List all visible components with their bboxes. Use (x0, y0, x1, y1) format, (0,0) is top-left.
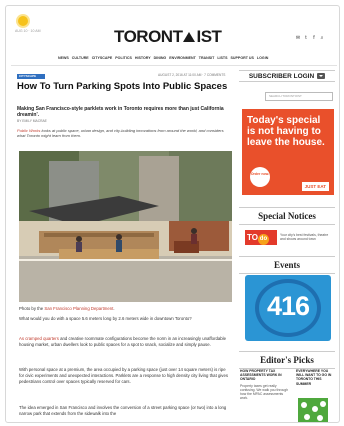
article-intro: Public Works looks at public space, urba… (17, 128, 227, 138)
todo-suffix: do (257, 234, 269, 245)
nav-item[interactable]: CITYSCAPE (92, 56, 113, 60)
nav-item[interactable]: CULTURE (72, 56, 89, 60)
weather-sun-icon (18, 16, 28, 26)
ad-brand: JUST EAT (301, 182, 329, 191)
nav-item[interactable]: DINING (154, 56, 167, 60)
nav-item[interactable]: NEWS (58, 56, 69, 60)
subscriber-login-header[interactable]: SUBSCRIBER LOGIN (239, 70, 335, 82)
subscriber-login-label: SUBSCRIBER LOGIN (248, 72, 315, 80)
editors-picks-section: Editor's Picks (239, 351, 335, 369)
caption-prefix: Photo by the (19, 306, 45, 311)
special-notices-header: Special Notices (258, 211, 316, 221)
article-dateline: AUGUST 2, 2016 AT 11:00 AM · 7 COMMENTS (158, 73, 226, 77)
photo-caption: Photo by the San Francisco Planning Depa… (19, 306, 115, 311)
ad-order-badge: Order now. (250, 167, 270, 187)
cramped-quarters-link[interactable]: As cramped quarters (19, 336, 59, 341)
special-notices-section: Special Notices (239, 207, 335, 225)
pick-title: EVERYWHERE YOU WILL WANT TO GO IN TORONT… (296, 369, 332, 386)
mail-icon[interactable]: ✉ (295, 35, 301, 41)
advertisement[interactable]: Today's special is not having to leave t… (242, 109, 334, 195)
article-photo (19, 151, 232, 302)
site-logo[interactable]: TORONT IST (114, 27, 222, 47)
article-author[interactable]: BY EMILY MACRAE (17, 119, 47, 123)
article-paragraph-2: As cramped quarters and creative roommat… (19, 336, 229, 348)
page-frame: AUG 10 · 10 AM TORONT IST ✉ t f ⌕ NEWS CU… (5, 5, 340, 423)
article-paragraph-4: The idea emerged in San Francisco and in… (19, 405, 227, 416)
pick-thumbnail[interactable] (298, 398, 328, 422)
todo-logo: TO do (245, 230, 277, 245)
caption-link[interactable]: San Francisco Planning Department (44, 306, 113, 311)
todo-promo[interactable]: TO do Your city's best festivals, theatre… (245, 230, 333, 245)
events-number: 416 (267, 291, 310, 321)
search-input[interactable]: SEARCH TORONTOIST (265, 92, 333, 101)
pick-title: HOW PROPERTY TAX ASSESSMENTS WORK IN ONT… (240, 369, 282, 382)
ad-headline: Today's special is not having to leave t… (247, 115, 325, 148)
nav-divider (11, 65, 337, 66)
social-icons: ✉ t f ⌕ (295, 35, 325, 41)
todo-text: Your city's best festivals, theatre and … (280, 233, 329, 241)
events-416-banner[interactable]: 416 (245, 275, 331, 341)
chevron-down-icon[interactable] (317, 73, 326, 79)
article-title: How To Turn Parking Spots Into Public Sp… (17, 81, 228, 92)
logo-cn-tower-icon (183, 32, 196, 42)
facebook-icon[interactable]: f (311, 35, 317, 41)
events-section: Events (239, 256, 335, 274)
logo-text-left: TORONT (114, 27, 183, 46)
search-icon[interactable]: ⌕ (319, 35, 325, 41)
caption-suffix: . (113, 306, 115, 311)
logo-text-right: IST (196, 27, 222, 46)
nav-item[interactable]: ENVIRONMENT (169, 56, 196, 60)
pick-description: Property taxes get really confusing. We … (240, 383, 288, 401)
nav-item[interactable]: HISTORY (135, 56, 151, 60)
nav-item[interactable]: POLITICS (115, 56, 132, 60)
category-tag[interactable]: CITYSCAPE (17, 74, 45, 79)
article-paragraph-3: With personal space at a premium, the ar… (19, 367, 228, 384)
nav-item[interactable]: TRANSIT (199, 56, 215, 60)
weather-date: AUG 10 · 10 AM (15, 29, 41, 33)
article-paragraph-1: What would you do with a space 5.6 meter… (19, 316, 192, 321)
main-nav: NEWS CULTURE CITYSCAPE POLITICS HISTORY … (58, 56, 268, 60)
nav-item[interactable]: SUPPORT US (231, 56, 254, 60)
pick-item[interactable]: EVERYWHERE YOU WILL WANT TO GO IN TORONT… (296, 369, 334, 386)
events-header: Events (273, 260, 300, 270)
intro-text: looks at public space, urban design, and… (17, 128, 224, 138)
twitter-icon[interactable]: t (303, 35, 309, 41)
editors-picks-header: Editor's Picks (260, 355, 314, 365)
nav-item[interactable]: LISTS (217, 56, 227, 60)
nav-item[interactable]: LOGIN (257, 56, 268, 60)
todo-prefix: TO (247, 233, 258, 242)
pick-item[interactable]: HOW PROPERTY TAX ASSESSMENTS WORK IN ONT… (240, 369, 290, 400)
article-subtitle: Making San Francisco-style parklets work… (17, 106, 224, 118)
